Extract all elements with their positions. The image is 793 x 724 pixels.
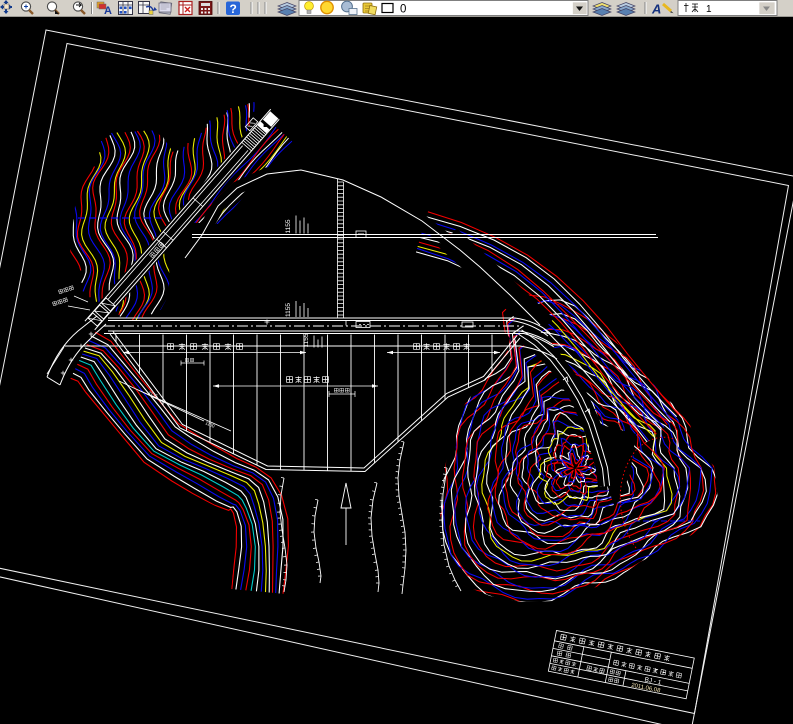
svg-text:A: A [104, 5, 112, 17]
svg-text:0: 0 [400, 4, 406, 16]
svg-text:1: 1 [706, 4, 712, 15]
svg-text:?: ? [230, 2, 237, 16]
svg-text:1155: 1155 [285, 219, 292, 233]
svg-text:1155: 1155 [285, 303, 292, 317]
svg-text:1155: 1155 [303, 333, 310, 347]
svg-text:A: A [651, 2, 661, 17]
